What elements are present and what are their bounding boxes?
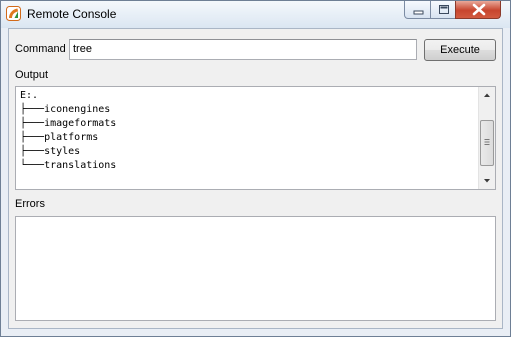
execute-button[interactable]: Execute <box>424 39 496 61</box>
output-label: Output <box>15 69 49 81</box>
grip-icon <box>484 139 490 145</box>
scroll-thumb[interactable] <box>480 120 494 166</box>
errors-textarea[interactable] <box>15 216 496 321</box>
console-panel: Command tree Execute Output E:. ├───icon… <box>8 28 503 329</box>
scroll-up-button[interactable] <box>479 87 495 104</box>
output-text: E:. ├───iconengines ├───imageformats ├──… <box>20 90 117 171</box>
close-button[interactable] <box>455 1 501 19</box>
window-title: Remote Console <box>27 7 117 21</box>
output-textarea[interactable]: E:. ├───iconengines ├───imageformats ├──… <box>15 86 496 190</box>
minimize-button[interactable] <box>404 1 431 19</box>
command-label: Command <box>15 43 66 55</box>
title-bar[interactable]: Remote Console <box>1 1 510 28</box>
command-input[interactable]: tree <box>69 39 417 60</box>
scroll-down-button[interactable] <box>479 172 495 189</box>
scroll-down-arrow-icon <box>484 179 490 183</box>
scroll-up-arrow-icon <box>484 93 490 97</box>
minimize-icon <box>413 10 424 15</box>
app-logo-icon <box>6 6 21 21</box>
remote-console-window: Remote Console Command tree Execute Outp… <box>0 0 511 337</box>
close-icon <box>472 3 486 16</box>
maximize-button[interactable] <box>430 1 456 19</box>
errors-label: Errors <box>15 198 45 210</box>
output-scrollbar[interactable] <box>478 87 495 189</box>
maximize-icon <box>439 5 449 14</box>
